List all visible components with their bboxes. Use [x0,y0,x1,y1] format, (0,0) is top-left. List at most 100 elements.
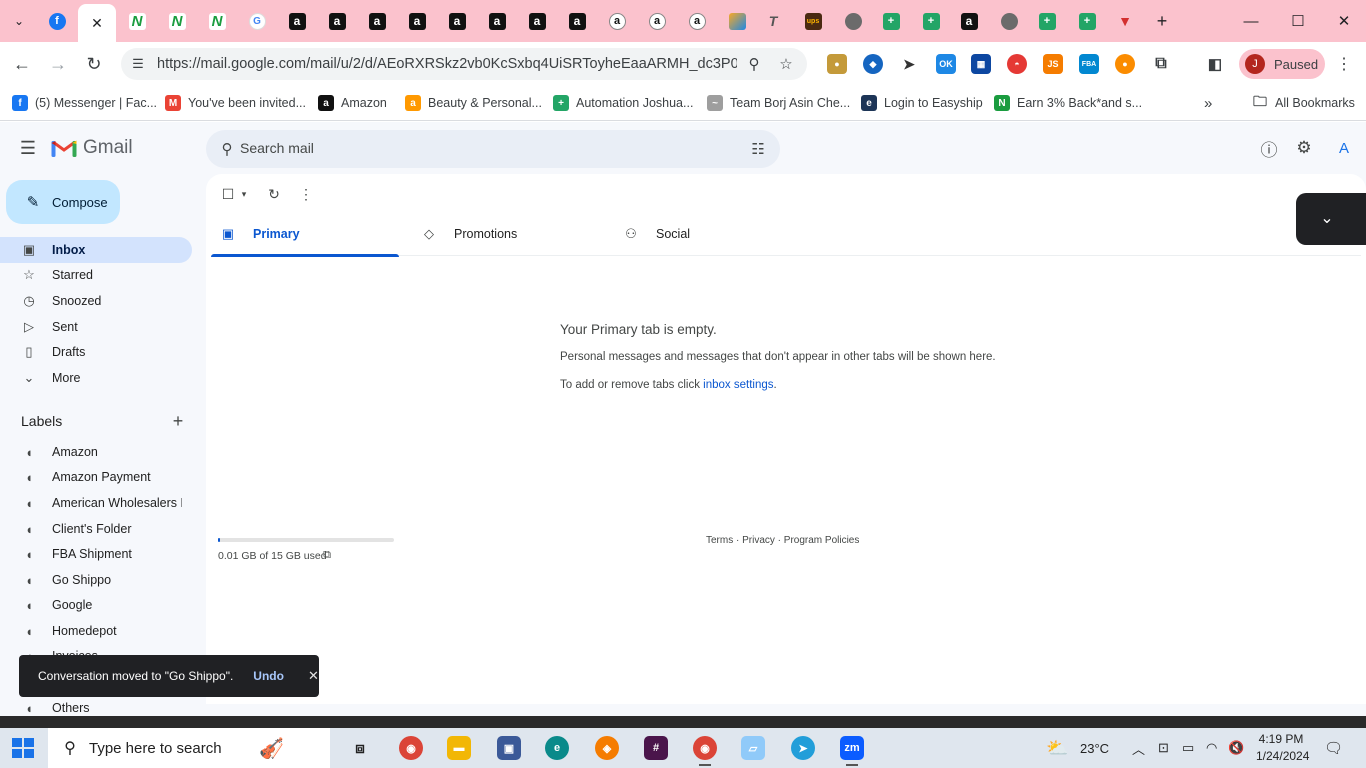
taskbar-search-box[interactable]: ⚲ Type here to search 🎻 [48,728,330,768]
tab-social[interactable]: ⚇ Social [614,212,802,256]
bookmark-item[interactable]: f (5) Messenger | Fac... [12,93,157,113]
label-item[interactable]: ◖ Amazon Payment [0,464,192,490]
battery-icon[interactable]: ▭ [1182,738,1194,758]
label-item[interactable]: ◖ FBA Shipment [0,541,192,567]
nav-item-snoozed[interactable]: ◷ Snoozed [0,288,192,314]
footer-links[interactable]: Terms · Privacy · Program Policies [706,535,859,546]
extension-ok-icon[interactable]: OK [936,54,956,74]
browser-tab[interactable]: + [1028,6,1066,36]
address-bar[interactable]: ☰ https://mail.google.com/mail/u/2/d/AEo… [121,48,807,80]
label-item[interactable]: ◖ American Wholesalers L... [0,490,192,516]
search-icon[interactable]: ⚲ [218,140,236,158]
label-item[interactable]: ◖ Client's Folder [0,516,192,542]
zoom-icon[interactable]: zm [840,736,864,766]
open-in-new-icon[interactable]: ⧉ [320,548,334,562]
reload-icon[interactable]: ↻ [82,52,106,76]
settings-gear-icon[interactable]: ⚙ [1292,136,1316,160]
bookmark-item[interactable]: a Beauty & Personal... [405,93,542,113]
browser-tab[interactable] [990,6,1028,36]
browser-tab[interactable]: + [912,6,950,36]
gmail-logo[interactable]: Gmail [51,137,133,159]
bookmark-item[interactable]: e Login to Easyship [861,93,983,113]
browser-tab[interactable]: a [950,6,988,36]
meet-now-icon[interactable]: ⊡ [1158,738,1169,758]
browser-tab[interactable]: a [278,6,316,36]
chrome-icon[interactable]: ◉ [399,736,423,760]
browser-tab[interactable]: T [754,6,792,36]
notifications-icon[interactable]: 🗨 [1324,738,1343,758]
bookmark-item[interactable]: N Earn 3% Back*and s... [994,93,1142,113]
more-bookmarks-chevron-icon[interactable]: » [1204,93,1212,113]
browser-tab[interactable]: N [198,6,236,36]
nav-item-more[interactable]: ⌄ More [0,365,192,391]
undo-button[interactable]: Undo [253,669,284,683]
support-icon[interactable]: ⓘ [1257,136,1281,160]
refresh-icon[interactable]: ↻ [264,184,284,204]
browser-tab[interactable]: N [118,6,156,36]
volume-muted-icon[interactable]: 🔇 [1228,738,1244,758]
wifi-icon[interactable]: ◠ [1206,738,1217,758]
browser-tab[interactable]: a [678,6,716,36]
close-icon[interactable]: ✕ [308,668,319,683]
label-item[interactable]: ◖ Homedepot [0,618,192,644]
extension-pokeball-icon[interactable]: ◓ [1007,54,1027,74]
vpn-shield-icon[interactable]: ◈ [595,736,619,760]
browser-tab[interactable] [718,6,756,36]
bookmark-item[interactable]: ~ Team Borj Asin Che... [707,93,850,113]
browser-tab[interactable]: G [238,6,276,36]
browser-tab[interactable]: N [158,6,196,36]
extension-orange-circle-icon[interactable]: ● [1115,54,1135,74]
extension-fba-icon[interactable]: FBA [1079,54,1099,74]
search-options-icon[interactable]: ☷ [748,139,768,159]
more-actions-icon[interactable]: ⋮ [296,184,316,204]
nav-item-sent[interactable]: ▷ Sent [0,314,192,340]
nav-item-inbox[interactable]: ▣ Inbox [0,237,192,263]
telegram-icon[interactable]: ➤ [791,736,815,760]
browser-tab[interactable]: a [478,6,516,36]
browser-tab[interactable]: f [38,6,76,36]
profile-chip[interactable]: J Paused [1239,49,1325,79]
tab-close-icon[interactable]: ✕ [91,15,103,32]
maximize-window-button[interactable]: ☐ [1287,10,1309,32]
site-info-icon[interactable]: ☰ [129,55,147,73]
zoom-search-icon[interactable]: ⚲ [745,55,763,73]
all-bookmarks-button[interactable]: 🗀 All Bookmarks [1252,93,1355,113]
browser-tab[interactable]: a [358,6,396,36]
weather-icon[interactable]: ⛅ [1046,738,1068,758]
extension-blue-circle-icon[interactable]: ◆ [863,54,883,74]
clock[interactable]: 4:19 PM 1/24/2024 [1256,731,1309,765]
task-view-icon[interactable]: ⧈ [348,736,372,760]
browser-tab[interactable]: ✕ [78,4,116,42]
browser-tab[interactable] [834,6,872,36]
browser-tab[interactable]: a [438,6,476,36]
minimize-window-button[interactable]: — [1240,10,1262,32]
extension-arrow-icon[interactable]: ➤ [899,54,919,74]
inbox-settings-link[interactable]: inbox settings [703,379,773,391]
new-tab-button[interactable]: + [1151,10,1173,32]
tab-primary[interactable]: ▣ Primary [211,212,399,257]
browser-tab[interactable]: a [558,6,596,36]
remote-desktop-icon[interactable]: ▣ [497,736,521,760]
bookmark-item[interactable]: M You've been invited... [165,93,306,113]
browser-tab[interactable]: a [398,6,436,36]
browser-tab[interactable]: + [872,6,910,36]
account-avatar[interactable]: A [1332,136,1356,160]
extension-grid-icon[interactable]: ▦ [971,54,991,74]
compose-button[interactable]: ✎ Compose [6,180,120,224]
browser-tab[interactable]: ups [794,6,832,36]
minimized-chat-dock[interactable]: ⌄ [1296,193,1366,245]
bookmark-star-icon[interactable]: ☆ [777,55,795,73]
select-dropdown-icon[interactable]: ▾ [234,184,254,204]
forward-arrow-icon[interactable]: → [46,52,70,76]
browser-tab[interactable]: a [638,6,676,36]
search-bar[interactable]: ⚲ Search mail ☷ [206,130,780,168]
temperature-text[interactable]: 23°C [1080,738,1109,758]
browser-tab[interactable]: ▼ [1106,6,1144,36]
tray-chevron-up-icon[interactable]: ︿ [1132,738,1145,758]
tab-promotions[interactable]: ◇ Promotions [412,212,600,256]
url-text[interactable]: https://mail.google.com/mail/u/2/d/AEoRX… [157,56,737,72]
tab-search-chevron-icon[interactable]: ⌄ [6,9,32,33]
browser-menu-icon[interactable]: ⋮ [1336,54,1352,74]
windows-start-icon[interactable] [12,738,34,758]
taskbar-search-input[interactable]: Type here to search [89,740,222,757]
